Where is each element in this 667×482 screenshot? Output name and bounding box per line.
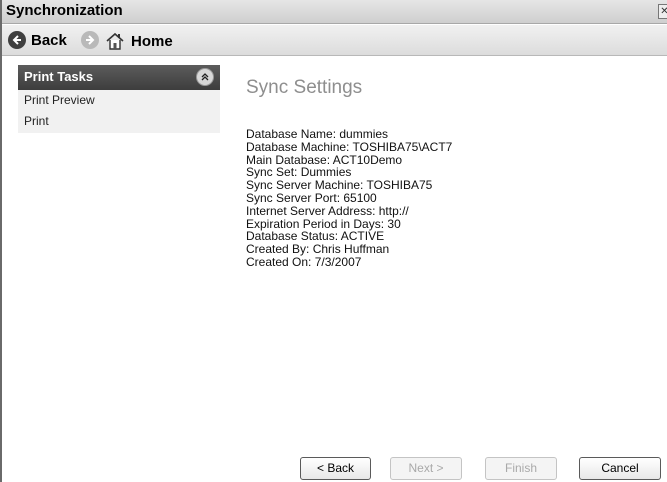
print-tasks-title: Print Tasks	[24, 69, 94, 84]
forward-nav-button[interactable]	[81, 31, 99, 49]
created-on-line: Created On: 7/3/2007	[246, 254, 362, 269]
collapse-button[interactable]	[196, 68, 214, 86]
back-button[interactable]: < Back	[300, 457, 371, 480]
next-button[interactable]: Next >	[390, 457, 462, 480]
sync-server-port-line: Sync Server Port: 65100	[246, 190, 377, 205]
title-bar: Synchronization ✕	[2, 0, 667, 24]
double-chevron-up-icon	[201, 73, 209, 81]
back-nav-button[interactable]: Back	[8, 31, 67, 49]
home-icon	[104, 31, 126, 51]
internet-server-address-line: Internet Server Address: http://	[246, 203, 409, 218]
cancel-button[interactable]: Cancel	[579, 457, 661, 480]
home-nav-label: Home	[131, 32, 173, 50]
window-title: Synchronization	[6, 2, 123, 19]
page-title: Sync Settings	[246, 77, 363, 98]
database-machine-line: Database Machine: TOSHIBA75\ACT7	[246, 139, 453, 154]
sync-details: Database Name: dummies Database Machine:…	[246, 128, 452, 269]
print-tasks-header: Print Tasks	[18, 65, 220, 90]
synchronization-window: Synchronization ✕ Back Home Print Tasks …	[0, 0, 667, 482]
back-arrow-icon	[8, 31, 26, 49]
print-link[interactable]: Print	[18, 111, 220, 132]
navigation-toolbar: Back Home	[2, 25, 667, 56]
home-nav-button[interactable]: Home	[104, 31, 173, 51]
print-tasks-panel: Print Tasks Print Preview Print	[18, 65, 220, 133]
close-button[interactable]: ✕	[658, 4, 667, 19]
forward-arrow-icon	[81, 31, 99, 49]
back-nav-label: Back	[31, 31, 67, 49]
print-preview-link[interactable]: Print Preview	[18, 90, 220, 111]
finish-button[interactable]: Finish	[485, 457, 557, 480]
database-name-line: Database Name: dummies	[246, 127, 389, 141]
